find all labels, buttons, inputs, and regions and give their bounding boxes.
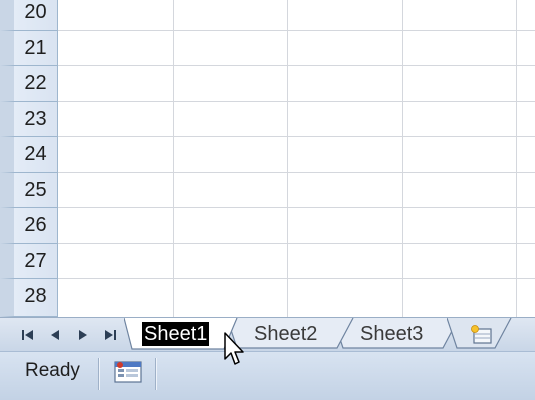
- row-number: 27: [24, 250, 47, 272]
- grid-row-line: [58, 172, 535, 173]
- grid-row-line: [58, 65, 535, 66]
- row-number: 24: [24, 143, 47, 165]
- tab-label: Sheet1: [142, 322, 210, 346]
- row-header[interactable]: 23: [0, 102, 58, 137]
- sheet-navigation: [14, 324, 124, 346]
- row-number: 22: [24, 72, 47, 94]
- grid-row-line: [58, 136, 535, 137]
- row-number: 25: [24, 179, 47, 201]
- record-macro-icon[interactable]: [113, 360, 143, 384]
- row-header[interactable]: 22: [0, 66, 58, 102]
- mouse-pointer-icon: [224, 332, 244, 365]
- status-separator: [98, 358, 99, 390]
- row-number: 20: [24, 1, 47, 23]
- row-header[interactable]: 28: [0, 279, 58, 317]
- grid-row-line: [58, 207, 535, 208]
- first-sheet-icon[interactable]: [17, 325, 39, 345]
- tab-label: Sheet3: [360, 323, 424, 345]
- row-header[interactable]: 20: [0, 0, 58, 31]
- grid-row-line: [58, 243, 535, 244]
- insert-worksheet-tab[interactable]: [447, 318, 517, 350]
- status-text: Ready: [25, 360, 80, 381]
- sheet-tab-bar: Sheet3 Sheet2 Sheet1: [0, 317, 535, 351]
- status-bar: Ready: [0, 351, 535, 400]
- row-number: 28: [24, 285, 47, 307]
- status-separator: [155, 358, 156, 390]
- last-sheet-icon[interactable]: [99, 325, 121, 345]
- grid-col-line: [173, 0, 174, 317]
- grid-col-line: [287, 0, 288, 317]
- row-header[interactable]: 24: [0, 137, 58, 173]
- row-number: 23: [24, 108, 47, 130]
- row-number: 21: [24, 37, 47, 59]
- worksheet-grid[interactable]: 20 21 22 23 24 25 26 27 28: [0, 0, 535, 317]
- next-sheet-icon[interactable]: [72, 325, 94, 345]
- row-number: 26: [24, 214, 47, 236]
- grid-row-line: [58, 278, 535, 279]
- grid-col-line: [402, 0, 403, 317]
- row-header[interactable]: 26: [0, 208, 58, 244]
- row-header[interactable]: 27: [0, 244, 58, 279]
- row-header[interactable]: 21: [0, 31, 58, 66]
- grid-row-line: [58, 101, 535, 102]
- tab-label: Sheet2: [254, 323, 318, 345]
- previous-sheet-icon[interactable]: [44, 325, 66, 345]
- row-header[interactable]: 25: [0, 173, 58, 208]
- grid-col-line: [516, 0, 517, 317]
- grid-row-line: [58, 30, 535, 31]
- insert-worksheet-icon: [471, 325, 492, 344]
